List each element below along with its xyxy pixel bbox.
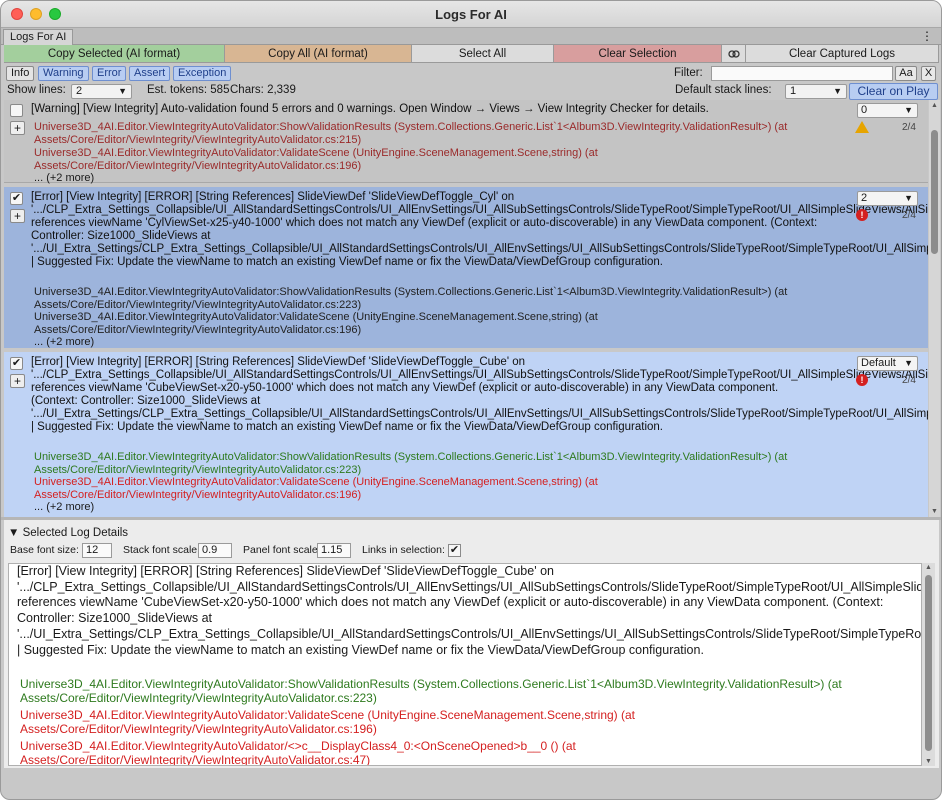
- scroll-down-icon[interactable]: ▼: [922, 758, 935, 765]
- stack-line[interactable]: Universe3D_4AI.Editor.ViewIntegrityAutoV…: [34, 476, 824, 502]
- info-filter-toggle[interactable]: Info: [6, 66, 35, 81]
- selected-log-details: ▼ Selected Log Details Base font size: 1…: [4, 520, 939, 768]
- scroll-up-icon[interactable]: ▲: [922, 564, 935, 571]
- expand-button[interactable]: +: [10, 121, 25, 135]
- warning-icon: [855, 121, 869, 133]
- entry-lines-value: Default: [861, 357, 896, 369]
- details-stack-line[interactable]: Universe3D_4AI.Editor.ViewIntegrityAutoV…: [20, 739, 920, 765]
- est-tokens-label: Est. tokens: 585: [147, 84, 230, 96]
- details-foldout-header[interactable]: ▼ Selected Log Details: [8, 527, 128, 539]
- entry-lines-value: 0: [861, 104, 868, 116]
- log-message: [Error] [View Integrity] [ERROR] [String…: [31, 356, 928, 433]
- details-stack-line[interactable]: Universe3D_4AI.Editor.ViewIntegrityAutoV…: [20, 677, 920, 705]
- details-scrollbar[interactable]: ▲ ▼: [922, 563, 935, 766]
- filter-input[interactable]: [711, 66, 893, 81]
- panel-font-scale-label: Panel font scale:: [243, 544, 321, 556]
- entry-lines-dropdown[interactable]: 2 ▼: [857, 191, 918, 206]
- link-icon: [727, 50, 740, 58]
- stack-line[interactable]: Universe3D_4AI.Editor.ViewIntegrityAutoV…: [34, 311, 824, 337]
- more-lines-link[interactable]: ... (+2 more): [34, 172, 94, 184]
- filter-label: Filter:: [674, 67, 703, 79]
- chevron-down-icon: ▼: [904, 193, 913, 203]
- link-toggle-button[interactable]: [722, 45, 746, 63]
- warning-filter-toggle[interactable]: Warning: [38, 66, 89, 81]
- stack-font-scale-input[interactable]: 0.9: [198, 543, 232, 558]
- default-stack-lines-label: Default stack lines:: [675, 84, 772, 96]
- stack-line[interactable]: Universe3D_4AI.Editor.ViewIntegrityAutoV…: [34, 451, 824, 477]
- filter-row: Info Warning Error Assert Exception Filt…: [1, 64, 941, 83]
- tab-strip: Logs For AI ⋮: [1, 28, 941, 45]
- stack-line[interactable]: Universe3D_4AI.Editor.ViewIntegrityAutoV…: [34, 286, 824, 312]
- title-bar: Logs For AI: [1, 1, 941, 28]
- default-stack-lines-value: 1: [790, 85, 797, 97]
- occurrence-count: 2/4: [902, 210, 916, 221]
- assert-filter-toggle[interactable]: Assert: [129, 66, 171, 81]
- panel-font-scale-input[interactable]: 1.15: [317, 543, 351, 558]
- entry-lines-value: 2: [861, 192, 868, 204]
- tab-logs-for-ai[interactable]: Logs For AI: [3, 29, 74, 45]
- chevron-down-icon: ▼: [904, 105, 913, 115]
- log-list-scrollbar[interactable]: ▲ ▼: [929, 100, 940, 517]
- show-lines-row: Show lines: 2 ▼ Est. tokens: 585 Chars: …: [1, 83, 941, 100]
- stack-line[interactable]: Universe3D_4AI.Editor.ViewIntegrityAutoV…: [34, 121, 824, 147]
- scrollbar-thumb[interactable]: [931, 130, 938, 254]
- select-all-button[interactable]: Select All: [412, 45, 554, 63]
- select-checkbox[interactable]: ✔: [10, 192, 23, 205]
- details-message: [Error] [View Integrity] [ERROR] [String…: [17, 564, 922, 657]
- match-case-button[interactable]: Aa: [895, 66, 917, 81]
- chevron-down-icon: ▼: [904, 358, 913, 368]
- entry-lines-dropdown[interactable]: Default ▼: [857, 356, 918, 371]
- chevron-down-icon: ▼: [118, 86, 127, 96]
- show-lines-label: Show lines:: [7, 84, 66, 96]
- links-in-selection-checkbox[interactable]: ✔: [448, 544, 461, 557]
- window-title: Logs For AI: [435, 7, 507, 22]
- clear-on-play-toggle[interactable]: Clear on Play: [849, 83, 938, 100]
- show-lines-value: 2: [76, 85, 83, 97]
- select-checkbox[interactable]: ✔: [10, 357, 23, 370]
- scroll-down-icon[interactable]: ▼: [929, 508, 940, 515]
- expand-button[interactable]: +: [10, 374, 25, 388]
- log-message: [Error] [View Integrity] [ERROR] [String…: [31, 191, 928, 268]
- links-in-selection-label: Links in selection:: [362, 544, 445, 556]
- chevron-down-icon: ▼: [833, 86, 842, 96]
- clear-filter-button[interactable]: X: [921, 66, 936, 81]
- clear-selection-button[interactable]: Clear Selection: [554, 45, 722, 63]
- error-icon: !: [856, 209, 868, 221]
- scroll-up-icon[interactable]: ▲: [929, 102, 940, 109]
- occurrence-count: 2/4: [902, 375, 916, 386]
- log-entry[interactable]: ✔ + [Error] [View Integrity] [ERROR] [St…: [4, 352, 928, 517]
- base-font-size-label: Base font size:: [10, 544, 79, 556]
- log-entry[interactable]: + [Warning] [View Integrity] Auto-valida…: [4, 100, 928, 184]
- details-settings-row: Base font size: 12 Stack font scale 0.9 …: [4, 542, 939, 560]
- details-stack-line[interactable]: Universe3D_4AI.Editor.ViewIntegrityAutoV…: [20, 708, 920, 736]
- copy-all-button[interactable]: Copy All (AI format): [225, 45, 412, 63]
- details-text-area[interactable]: [Error] [View Integrity] [ERROR] [String…: [8, 563, 922, 766]
- more-lines-link[interactable]: ... (+2 more): [34, 336, 94, 348]
- clear-captured-logs-button[interactable]: Clear Captured Logs: [746, 45, 939, 63]
- log-entry[interactable]: ✔ + [Error] [View Integrity] [ERROR] [St…: [4, 187, 928, 348]
- stack-font-scale-label: Stack font scale: [123, 544, 198, 556]
- chars-label: Chars: 2,339: [230, 84, 296, 96]
- more-lines-link[interactable]: ... (+2 more): [34, 501, 94, 513]
- show-lines-dropdown[interactable]: 2 ▼: [71, 84, 132, 99]
- copy-selected-button[interactable]: Copy Selected (AI format): [4, 45, 225, 63]
- error-filter-toggle[interactable]: Error: [92, 66, 127, 81]
- occurrence-count: 2/4: [902, 122, 916, 133]
- exception-filter-toggle[interactable]: Exception: [173, 66, 232, 81]
- log-message: [Warning] [View Integrity] Auto-validati…: [31, 103, 709, 115]
- action-toolbar: Copy Selected (AI format) Copy All (AI f…: [4, 45, 939, 63]
- scrollbar-thumb[interactable]: [925, 575, 932, 751]
- error-icon: !: [856, 374, 868, 386]
- entry-lines-dropdown[interactable]: 0 ▼: [857, 103, 918, 118]
- log-list: + [Warning] [View Integrity] Auto-valida…: [4, 100, 928, 517]
- tab-menu-icon[interactable]: ⋮: [921, 28, 933, 44]
- select-checkbox[interactable]: [10, 104, 23, 117]
- logs-window: Logs For AI Logs For AI ⋮ Copy Selected …: [0, 0, 942, 800]
- default-stack-lines-dropdown[interactable]: 1 ▼: [785, 84, 847, 99]
- expand-button[interactable]: +: [10, 209, 25, 223]
- base-font-size-input[interactable]: 12: [82, 543, 112, 558]
- stack-line[interactable]: Universe3D_4AI.Editor.ViewIntegrityAutoV…: [34, 147, 824, 173]
